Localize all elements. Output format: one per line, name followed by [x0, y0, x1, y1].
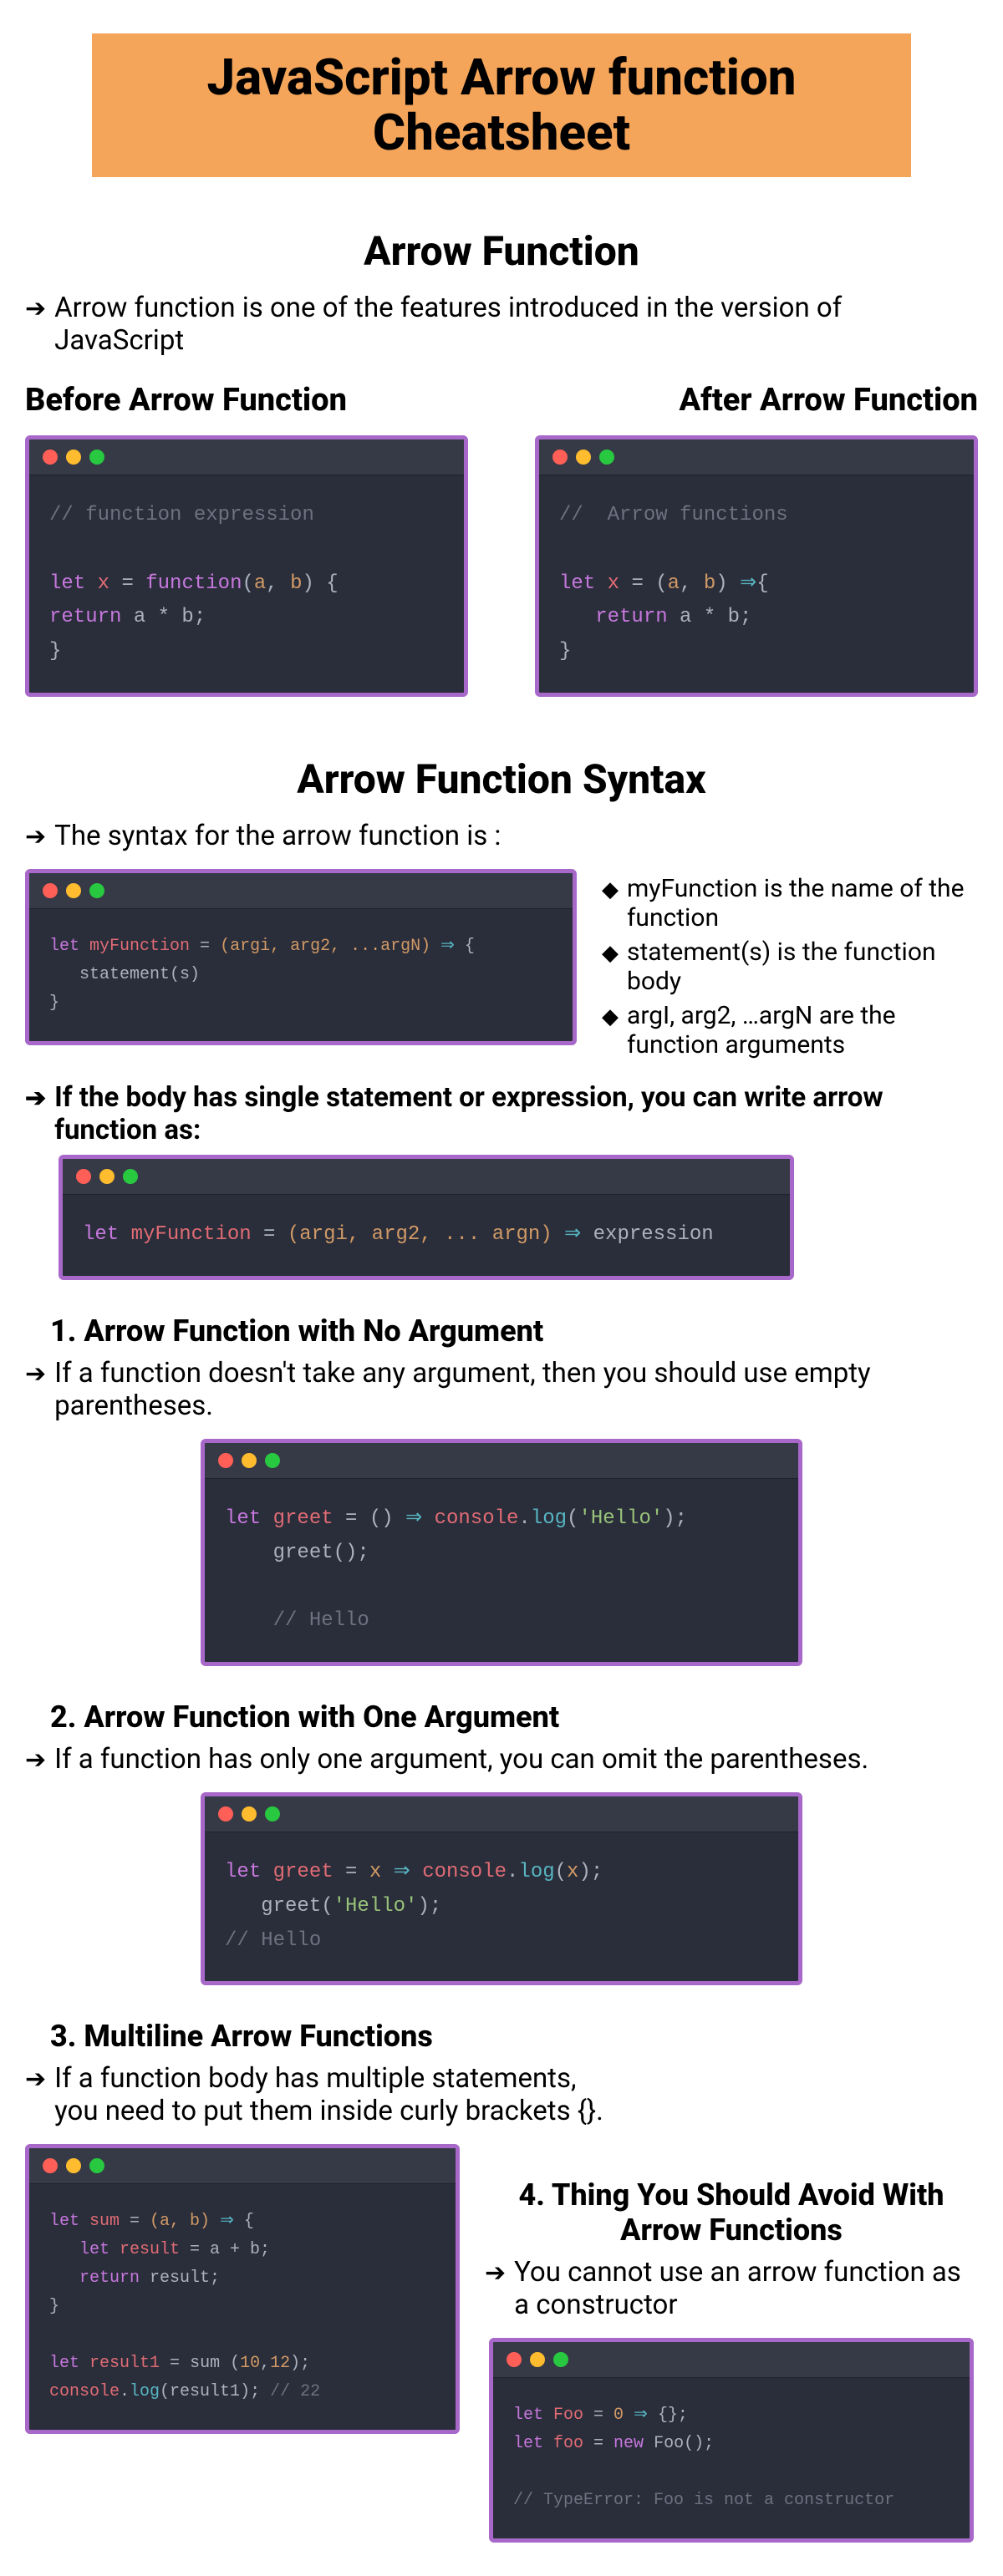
section-heading-syntax: Arrow Function Syntax [25, 755, 978, 803]
arrow-right-icon [25, 1743, 46, 1776]
window-bar [205, 1443, 798, 1479]
window-dot-yellow-icon [242, 1453, 257, 1468]
window-dot-red-icon [218, 1806, 233, 1821]
window-dot-red-icon [552, 450, 568, 465]
title-banner: JavaScript Arrow function Cheatsheet [92, 33, 911, 177]
after-heading: After Arrow Function [535, 382, 978, 419]
window-bar [29, 439, 464, 475]
window-dot-green-icon [89, 450, 104, 465]
bottom-right: 4. Thing You Should Avoid With Arrow Fun… [485, 2144, 978, 2543]
window-bar [539, 439, 974, 475]
code-body-avoid: let Foo = 0 ⇒ {}; let foo = new Foo(); /… [493, 2378, 970, 2538]
window-dot-green-icon [265, 1806, 280, 1821]
syntax-bullet-2: statement(s) is the function body [602, 937, 978, 996]
code-window-one-arg: let greet = x ⇒ console.log(x); greet('H… [201, 1792, 802, 1985]
window-dot-red-icon [507, 2352, 522, 2367]
window-dot-red-icon [43, 883, 58, 898]
cheatsheet-page: JavaScript Arrow function Cheatsheet Arr… [0, 0, 1003, 2576]
sub2-bullet: If a function has only one argument, you… [25, 1743, 978, 1776]
code-window-syntax: let myFunction = (argi, arg2, ...argN) ⇒… [25, 869, 577, 1045]
window-dot-yellow-icon [66, 883, 81, 898]
window-dot-green-icon [599, 450, 614, 465]
diamond-icon [602, 1001, 619, 1059]
intro-text: Arrow function is one of the features in… [54, 292, 978, 357]
window-dot-green-icon [89, 2158, 104, 2173]
sub-heading-one-arg: 2. Arrow Function with One Argument [50, 1700, 978, 1735]
diamond-icon [602, 874, 619, 932]
code-window-multiline: let sum = (a, b) ⇒ { let result = a + b;… [25, 2144, 460, 2434]
before-column: Before Arrow Function // function expres… [25, 382, 468, 697]
after-column: After Arrow Function // Arrow functions … [535, 382, 978, 697]
window-dot-yellow-icon [66, 450, 81, 465]
window-dot-green-icon [553, 2352, 568, 2367]
window-dot-yellow-icon [99, 1169, 115, 1184]
section-heading-arrow-function: Arrow Function [25, 227, 978, 275]
arrow-right-icon [25, 2062, 46, 2095]
sub4-bullet: You cannot use an arrow function as a co… [485, 2256, 978, 2321]
code-window-single: let myFunction = (argi, arg2, ... argn) … [59, 1155, 794, 1280]
syntax-bullets: myFunction is the name of the function s… [602, 869, 978, 1064]
arrow-right-icon [25, 1081, 46, 1114]
sub-heading-multiline: 3. Multiline Arrow Functions [50, 2019, 978, 2054]
syntax-intro-bullet: The syntax for the arrow function is : [25, 820, 978, 852]
window-dot-yellow-icon [242, 1806, 257, 1821]
sub3-bullet: If a function body has multiple statemen… [25, 2062, 627, 2127]
code-window-before: // function expression let x = function(… [25, 435, 468, 697]
diamond-icon [602, 937, 619, 996]
window-dot-green-icon [265, 1453, 280, 1468]
before-after-row: Before Arrow Function // function expres… [25, 382, 978, 697]
sub2-code-wrap: let greet = x ⇒ console.log(x); greet('H… [25, 1792, 978, 1985]
sub-heading-no-arg: 1. Arrow Function with No Argument [50, 1313, 978, 1349]
arrow-right-icon [485, 2256, 506, 2289]
window-dot-red-icon [43, 2158, 58, 2173]
code-window-after: // Arrow functions let x = (a, b) ⇒{ ret… [535, 435, 978, 697]
sub4-text: You cannot use an arrow function as a co… [514, 2256, 978, 2321]
code-body-no-arg: let greet = () ⇒ console.log('Hello'); g… [205, 1479, 798, 1662]
sub1-code-wrap: let greet = () ⇒ console.log('Hello'); g… [25, 1439, 978, 1666]
syntax-intro-text: The syntax for the arrow function is : [54, 820, 978, 852]
code-window-avoid: let Foo = 0 ⇒ {}; let foo = new Foo(); /… [489, 2338, 974, 2543]
window-bar [29, 873, 573, 909]
code-body-before: // function expression let x = function(… [29, 475, 464, 693]
window-dot-yellow-icon [66, 2158, 81, 2173]
code-body-one-arg: let greet = x ⇒ console.log(x); greet('H… [205, 1832, 798, 1981]
page-title: JavaScript Arrow function Cheatsheet [117, 50, 886, 160]
window-dot-green-icon [123, 1169, 138, 1184]
window-dot-red-icon [218, 1453, 233, 1468]
code-body-single: let myFunction = (argi, arg2, ... argn) … [63, 1195, 790, 1276]
before-heading: Before Arrow Function [25, 382, 468, 419]
window-bar [29, 2148, 456, 2184]
intro-bullet: Arrow function is one of the features in… [25, 292, 978, 357]
single-line-text: If the body has single statement or expr… [54, 1081, 978, 1146]
sub2-text: If a function has only one argument, you… [54, 1743, 978, 1776]
code-body-multiline: let sum = (a, b) ⇒ { let result = a + b;… [29, 2184, 456, 2430]
window-bar [493, 2342, 970, 2378]
sub3-text: If a function body has multiple statemen… [54, 2062, 627, 2127]
arrow-right-icon [25, 820, 46, 852]
bottom-left: let sum = (a, b) ⇒ { let result = a + b;… [25, 2144, 460, 2434]
sub1-bullet: If a function doesn't take any argument,… [25, 1357, 978, 1422]
code-body-syntax: let myFunction = (argi, arg2, ...argN) ⇒… [29, 909, 573, 1041]
window-bar [63, 1159, 790, 1195]
code-window-no-arg: let greet = () ⇒ console.log('Hello'); g… [201, 1439, 802, 1666]
window-dot-red-icon [43, 450, 58, 465]
arrow-right-icon [25, 1357, 46, 1390]
bottom-row: let sum = (a, b) ⇒ { let result = a + b;… [25, 2144, 978, 2543]
syntax-row: let myFunction = (argi, arg2, ...argN) ⇒… [25, 869, 978, 1064]
window-bar [205, 1796, 798, 1832]
sub1-text: If a function doesn't take any argument,… [54, 1357, 978, 1422]
window-dot-green-icon [89, 883, 104, 898]
code-body-after: // Arrow functions let x = (a, b) ⇒{ ret… [539, 475, 974, 693]
syntax-bullet-3: argI, arg2, …argN are the function argum… [602, 1001, 978, 1059]
single-code-wrap: let myFunction = (argi, arg2, ... argn) … [25, 1155, 978, 1280]
single-line-bullet: If the body has single statement or expr… [25, 1081, 978, 1146]
arrow-right-icon [25, 292, 46, 324]
sub-heading-avoid: 4. Thing You Should Avoid With Arrow Fun… [485, 2177, 978, 2248]
window-dot-red-icon [76, 1169, 91, 1184]
syntax-bullet-1: myFunction is the name of the function [602, 874, 978, 932]
window-dot-yellow-icon [576, 450, 591, 465]
window-dot-yellow-icon [530, 2352, 545, 2367]
